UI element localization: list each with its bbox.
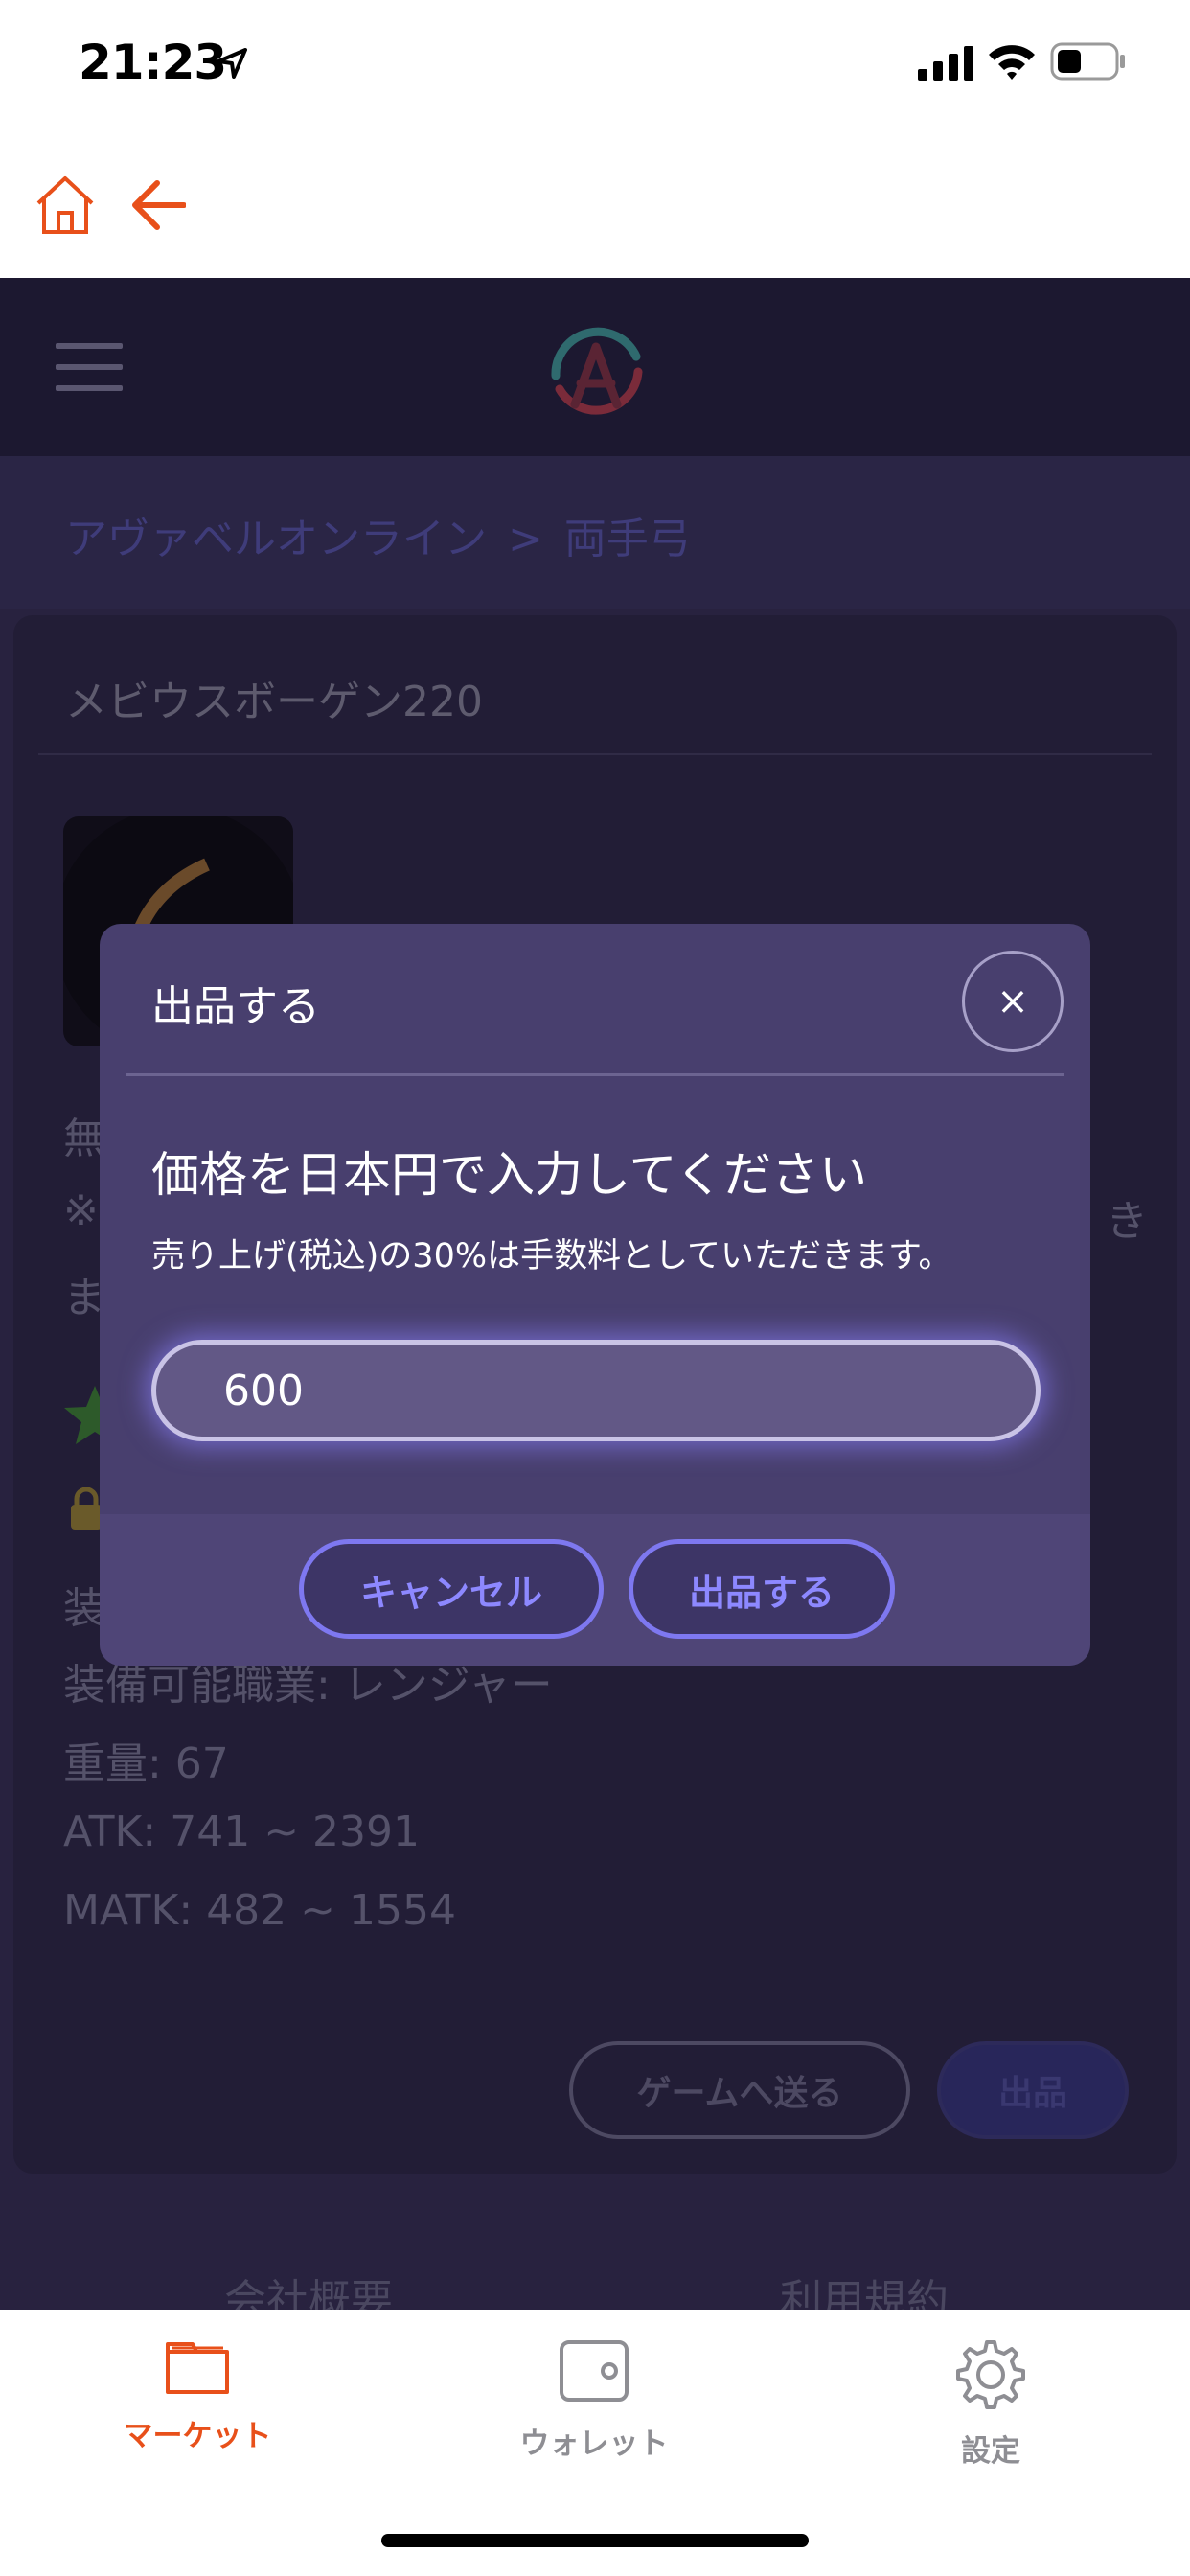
item-atk: ATK: 741 ~ 2391	[63, 1807, 421, 1856]
item-name: メビウスボーゲン220	[65, 678, 483, 726]
battery-icon	[1050, 42, 1125, 80]
list-item-button[interactable]: 出品	[937, 2041, 1129, 2139]
breadcrumb: アヴァベルオンライン > 両手弓	[0, 456, 1190, 610]
modal-title: 出品する	[151, 982, 320, 1031]
breadcrumb-separator: >	[508, 515, 543, 564]
close-button[interactable]: ×	[962, 951, 1064, 1052]
cellular-signal-icon	[918, 46, 973, 80]
tab-market[interactable]: マーケット	[82, 2338, 312, 2482]
wallet-icon	[560, 2340, 629, 2402]
tab-settings-label: 設定	[961, 2434, 1020, 2469]
price-input[interactable]	[151, 1340, 1041, 1441]
item-note-line: ※	[63, 1186, 99, 1235]
send-to-game-button[interactable]: ゲームへ送る	[569, 2041, 910, 2139]
fee-note: 売り上げ(税込)の30%は手数料としていただきます。	[151, 1237, 952, 1276]
tab-bar: マーケット ウォレット 設定	[0, 2310, 1190, 2576]
terms-link[interactable]: 利用規約	[780, 2266, 949, 2310]
home-indicator	[381, 2534, 809, 2547]
back-arrow-icon[interactable]	[130, 178, 186, 232]
home-icon[interactable]	[33, 172, 98, 238]
card-divider	[38, 753, 1152, 755]
tab-wallet[interactable]: ウォレット	[479, 2338, 709, 2482]
modal-divider	[126, 1073, 1064, 1076]
listing-modal: 出品する × 価格を日本円で入力してください 売り上げ(税込)の30%は手数料と…	[100, 924, 1090, 1666]
breadcrumb-parent[interactable]: アヴァベルオンライン	[65, 515, 487, 564]
menu-icon[interactable]	[56, 343, 123, 391]
site-logo[interactable]	[537, 309, 655, 427]
gear-icon	[956, 2340, 1025, 2409]
breadcrumb-current[interactable]: 両手弓	[564, 515, 691, 564]
status-time: 21:23	[79, 34, 227, 90]
site-header	[0, 278, 1190, 456]
folder-icon	[166, 2342, 229, 2394]
tab-settings[interactable]: 設定	[876, 2338, 1106, 2482]
close-icon: ×	[996, 979, 1029, 1024]
wifi-icon	[989, 45, 1035, 80]
company-link[interactable]: 会社概要	[224, 2266, 393, 2310]
cancel-button[interactable]: キャンセル	[299, 1539, 604, 1639]
submit-listing-button[interactable]: 出品する	[629, 1539, 895, 1639]
tab-wallet-label: ウォレット	[519, 2426, 669, 2461]
item-note-line-end: き	[1106, 1197, 1148, 1246]
status-bar: 21:23	[0, 0, 1190, 126]
item-matk: MATK: 482 ~ 1554	[63, 1886, 456, 1935]
item-weight: 重量: 67	[63, 1739, 229, 1788]
app-nav-bar	[0, 126, 1190, 278]
location-arrow-icon	[217, 48, 247, 79]
price-prompt: 価格を日本円で入力してください	[151, 1147, 867, 1203]
tab-market-label: マーケット	[123, 2419, 272, 2453]
